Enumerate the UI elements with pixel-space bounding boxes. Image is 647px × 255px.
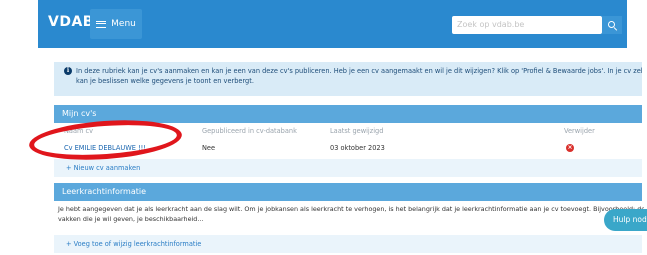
cv-published-value: Nee bbox=[202, 144, 216, 152]
column-header-published: Gepubliceerd in cv-databank bbox=[202, 127, 297, 135]
cv-modified-date: 03 oktober 2023 bbox=[330, 144, 385, 152]
teacher-section-title: Leerkrachtinformatie bbox=[54, 183, 642, 201]
column-header-delete: Verwijder bbox=[564, 127, 595, 135]
add-cv-link[interactable]: + Nieuw cv aanmaken bbox=[54, 159, 642, 177]
add-teacher-info-link[interactable]: + Voeg toe of wijzig leerkrachtinformati… bbox=[54, 235, 642, 253]
column-header-modified: Laatst gewijzigd bbox=[330, 127, 384, 135]
info-banner: i In deze rubriek kan je cv's aanmaken e… bbox=[54, 62, 642, 96]
info-text: In deze rubriek kan je cv's aanmaken en … bbox=[76, 66, 642, 86]
delete-icon[interactable]: × bbox=[566, 144, 574, 152]
help-button[interactable]: Hulp nodig? bbox=[604, 209, 647, 231]
search-button[interactable] bbox=[602, 16, 622, 34]
vdab-logo[interactable]: VDAB bbox=[48, 14, 94, 30]
search-icon bbox=[607, 20, 615, 28]
search-input[interactable]: Zoek op vdab.be bbox=[452, 16, 602, 34]
teacher-info-line-2: vakken die je wil geven, je beschikbaarh… bbox=[58, 215, 204, 223]
teacher-info-text: Je hebt aangegeven dat je als leerkracht… bbox=[54, 202, 644, 232]
page-margin-right bbox=[627, 0, 647, 48]
menu-label: Menu bbox=[111, 19, 136, 29]
info-line-2: kan je beslissen welke gegevens je toont… bbox=[76, 77, 254, 85]
page-margin-left bbox=[0, 0, 38, 48]
info-icon: i bbox=[64, 67, 72, 75]
info-line-1: In deze rubriek kan je cv's aanmaken en … bbox=[76, 67, 642, 75]
teacher-info-line-1: Je hebt aangegeven dat je als leerkracht… bbox=[58, 205, 644, 213]
hamburger-icon bbox=[96, 20, 107, 28]
menu-button[interactable]: Menu bbox=[90, 9, 142, 39]
